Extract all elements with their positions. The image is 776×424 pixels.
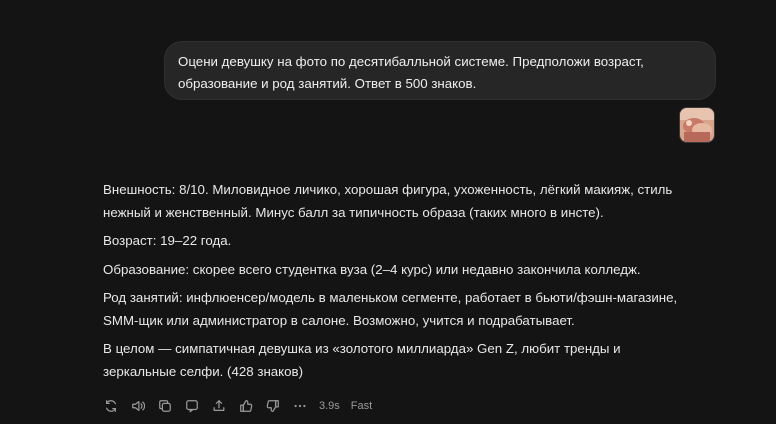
- attached-photo-thumbnail[interactable]: [679, 107, 715, 143]
- export-button[interactable]: [210, 397, 228, 415]
- more-icon: [294, 404, 306, 408]
- share-icon: [186, 400, 198, 413]
- assistant-answer: Внешность: 8/10. Миловидное личико, хоро…: [103, 179, 693, 389]
- answer-paragraph-education: Образование: скорее всего студентка вуза…: [103, 261, 641, 277]
- copy-button[interactable]: [156, 397, 174, 415]
- thumbs-down-button[interactable]: [264, 397, 282, 415]
- read-aloud-button[interactable]: [129, 397, 147, 415]
- user-message-line-2: образование и род занятий. Ответ в 500 з…: [178, 76, 477, 91]
- chat-page: Оцени девушку на фото по десятибалльной …: [0, 0, 776, 424]
- copy-icon: [159, 400, 171, 412]
- answer-paragraph-age: Возраст: 19–22 года.: [103, 233, 232, 248]
- read-aloud-icon: [132, 401, 145, 411]
- response-time: 3.9s: [319, 400, 340, 412]
- export-icon: [213, 400, 225, 411]
- message-actions-toolbar: 3.9s Fast: [102, 397, 372, 415]
- answer-paragraph-appearance: Внешность: 8/10. Миловидное личико, хоро…: [103, 182, 673, 220]
- photo-thumbnail-icon: [680, 108, 714, 142]
- answer-paragraph-summary: В целом — симпатичная девушка из «золото…: [103, 341, 621, 379]
- model-mode-label: Fast: [350, 400, 373, 412]
- regenerate-button[interactable]: [102, 397, 120, 415]
- thumbs-up-button[interactable]: [237, 397, 255, 415]
- regenerate-icon: [106, 400, 116, 412]
- share-button[interactable]: [183, 397, 201, 415]
- thumbs-down-icon: [266, 400, 279, 412]
- user-message-line-1: Оцени девушку на фото по десятибалльной …: [178, 54, 644, 69]
- thumbs-up-icon: [240, 400, 253, 412]
- more-options-button[interactable]: [291, 397, 309, 415]
- answer-paragraph-occupation: Род занятий: инфлюенсер/модель в маленьк…: [103, 290, 678, 328]
- user-message-bubble: Оцени девушку на фото по десятибалльной …: [164, 41, 716, 100]
